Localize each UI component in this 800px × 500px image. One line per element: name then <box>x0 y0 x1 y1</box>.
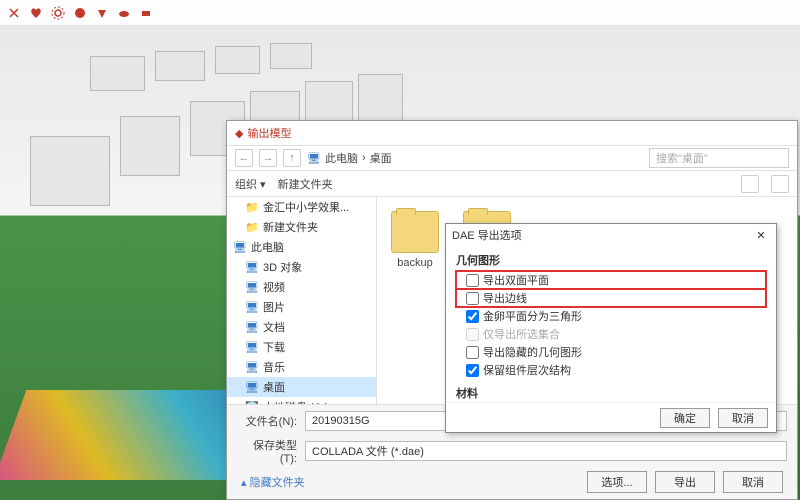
opt-triangulate[interactable]: 金卵平面分为三角形 <box>456 307 766 325</box>
folder-icon: 📁 <box>245 200 259 214</box>
cancel-button[interactable]: 取消 <box>723 471 783 493</box>
tree-item-label: 3D 对象 <box>263 259 302 275</box>
tree-item-label: 音乐 <box>263 359 285 375</box>
pc-icon: 🖥 <box>245 260 259 274</box>
opt-hierarchy[interactable]: 保留组件层次结构 <box>456 361 766 379</box>
tree-item[interactable]: 🖥 桌面 <box>227 377 376 397</box>
opt-hidden-geom[interactable]: 导出隐藏的几何图形 <box>456 343 766 361</box>
tree-item-label: 下载 <box>263 339 285 355</box>
dialog-toolbar: 组织 ▾ 新建文件夹 <box>227 171 797 197</box>
pc-icon: 🖥 <box>245 320 259 334</box>
pc-icon: 🖥 <box>233 240 247 254</box>
tree-item[interactable]: 🖥 图片 <box>227 297 376 317</box>
tree-item-label: 图片 <box>263 299 285 315</box>
pc-icon: 🖥 <box>245 340 259 354</box>
section-geometry: 几何图形 <box>456 252 766 268</box>
help-button[interactable] <box>771 175 789 193</box>
options-button[interactable]: 选项... <box>587 471 647 493</box>
pc-icon: 🖥 <box>245 360 259 374</box>
cog-icon[interactable] <box>50 5 66 21</box>
hide-folders-link[interactable]: ▴ 隐藏文件夹 <box>237 474 305 490</box>
tree-item-label: 金汇中小学效果... <box>263 199 349 215</box>
tree-item-label: 视频 <box>263 279 285 295</box>
tree-item[interactable]: 📁 金汇中小学效果... <box>227 197 376 217</box>
forward-button[interactable]: → <box>259 149 277 167</box>
tree-item[interactable]: 💽本地磁盘 (C:) <box>227 397 376 404</box>
up-button[interactable]: ↑ <box>283 149 301 167</box>
tree-item[interactable]: 🖥 视频 <box>227 277 376 297</box>
opt-edges[interactable]: 导出边线 <box>456 289 766 307</box>
dialog-title-bar: ◆ 输出模型 <box>227 121 797 145</box>
type-label: 保存类型(T): <box>237 437 297 465</box>
tree-item-label: 新建文件夹 <box>263 219 318 235</box>
heart-icon[interactable] <box>28 5 44 21</box>
tree-item[interactable]: 🖥 文档 <box>227 317 376 337</box>
scissors-icon[interactable] <box>6 5 22 21</box>
app-icon: ◆ <box>235 127 243 140</box>
back-button[interactable]: ← <box>235 149 253 167</box>
new-folder-button[interactable]: 新建文件夹 <box>278 176 333 192</box>
tree-item[interactable]: 🖥 音乐 <box>227 357 376 377</box>
folder-icon: 📁 <box>245 220 259 234</box>
tree-item-label: 文档 <box>263 319 285 335</box>
view-mode-button[interactable] <box>741 175 759 193</box>
close-icon[interactable]: ✕ <box>752 226 770 244</box>
earth-icon[interactable] <box>72 5 88 21</box>
export-button[interactable]: 导出 <box>655 471 715 493</box>
tree-item-label: 桌面 <box>263 379 285 395</box>
opt-two-sided[interactable]: 导出双面平面 <box>456 271 766 289</box>
type-field[interactable]: COLLADA 文件 (*.dae) <box>305 441 787 461</box>
pc-icon: 🖥 <box>245 300 259 314</box>
options-title-bar: DAE 导出选项 ✕ <box>446 224 776 246</box>
tree-item[interactable]: 🖥 3D 对象 <box>227 257 376 277</box>
file-item[interactable]: backup <box>391 211 439 269</box>
options-title: DAE 导出选项 <box>452 227 522 243</box>
opts-cancel-button[interactable]: 取消 <box>718 408 768 428</box>
pc-icon: 🖥 <box>307 152 321 165</box>
filename-label: 文件名(N): <box>237 413 297 429</box>
section-material: 材料 <box>456 385 766 401</box>
dae-options-dialog: DAE 导出选项 ✕ 几何图形 导出双面平面 导出边线 金卵平面分为三角形 仅导… <box>445 223 777 433</box>
file-item-label: backup <box>397 257 432 269</box>
pc-icon: 🖥 <box>245 280 259 294</box>
search-input[interactable]: 搜索"桌面" <box>649 148 789 168</box>
folder-tree[interactable]: 📁金汇中小学效果...📁新建文件夹🖥此电脑🖥3D 对象🖥视频🖥图片🖥文档🖥下载🖥… <box>227 197 377 404</box>
breadcrumb[interactable]: 🖥 此电脑 › 桌面 <box>307 150 643 166</box>
folder-icon <box>391 211 439 253</box>
tree-item[interactable]: 📁 新建文件夹 <box>227 217 376 237</box>
organize-button[interactable]: 组织 ▾ <box>235 176 266 192</box>
dialog-title: 输出模型 <box>247 125 291 141</box>
opt-selection-only: 仅导出所选集合 <box>456 325 766 343</box>
tree-item-label: 此电脑 <box>251 239 284 255</box>
dialog-nav: ← → ↑ 🖥 此电脑 › 桌面 搜索"桌面" <box>227 145 797 171</box>
pc-icon: 🖥 <box>245 380 259 394</box>
tree-item[interactable]: 🖥 下载 <box>227 337 376 357</box>
main-toolbar <box>0 0 800 26</box>
cloud-icon[interactable] <box>116 5 132 21</box>
ok-button[interactable]: 确定 <box>660 408 710 428</box>
ruby-icon[interactable] <box>138 5 154 21</box>
gem-icon[interactable] <box>94 5 110 21</box>
tree-item[interactable]: 🖥 此电脑 <box>227 237 376 257</box>
